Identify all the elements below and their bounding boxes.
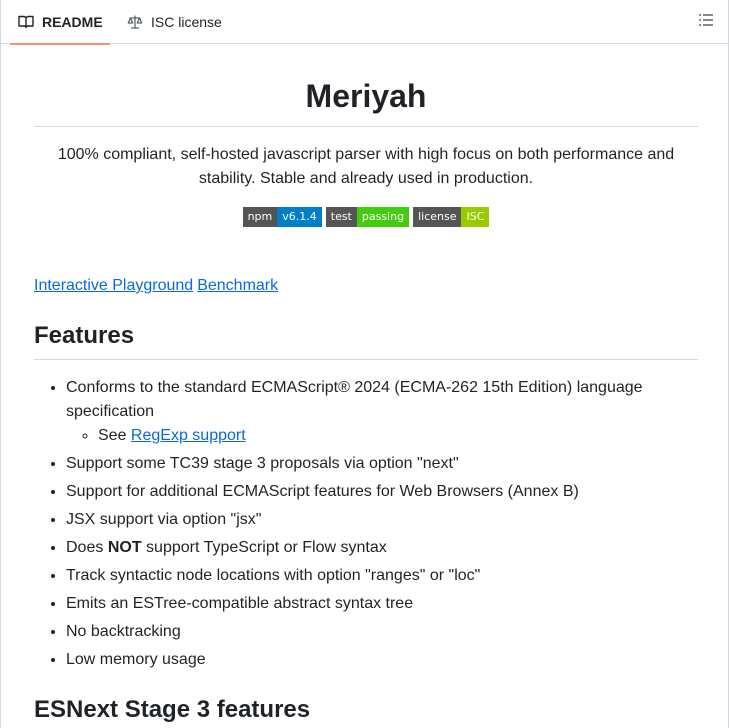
features-heading: Features [34,322,135,349]
feature-text: JSX support via option "jsx" [66,511,262,528]
tab-license-label: ISC license [151,14,222,30]
feature-text: support TypeScript or Flow syntax [146,539,387,556]
benchmark-link[interactable]: Benchmark [197,277,278,294]
feature-text: Does [66,539,104,556]
book-icon [18,14,34,30]
esnext-heading: ESNext Stage 3 features [34,696,311,723]
license-badge[interactable]: license ISC [413,207,490,227]
badge-value: ISC [461,207,490,227]
playground-link[interactable]: Interactive Playground [34,277,193,294]
test-status-badge[interactable]: test passing [325,207,410,227]
sub-list: See RegExp support [66,424,698,448]
feature-text: Conforms to the standard ECMAScript® 202… [66,379,643,420]
readme-title: Meriyah [305,78,427,114]
feature-text: Emits an ESTree-compatible abstract synt… [66,595,414,612]
emphasis-text: NOT [107,539,142,556]
list-item: Support for additional ECMAScript featur… [66,480,698,504]
list-item: Support some TC39 stage 3 proposals via … [66,452,698,476]
outline-button[interactable] [694,10,718,34]
list-item: See RegExp support [98,424,698,448]
list-item: Track syntactic node locations with opti… [66,564,698,588]
feature-text: No backtracking [66,623,181,640]
features-divider [34,359,698,360]
list-unordered-icon [698,12,714,33]
readme-links: Interactive Playground Benchmark [34,274,282,298]
law-scale-icon [127,14,143,30]
badge-label: license [413,207,462,227]
badge-label: test [325,207,357,227]
list-item: Low memory usage [66,648,698,672]
features-list: Conforms to the standard ECMAScript® 202… [34,376,698,676]
tab-readme[interactable]: README [10,0,110,45]
feature-text: Support for additional ECMAScript featur… [66,483,579,500]
tab-bar: README ISC license [1,0,729,45]
list-item: Does NOT support TypeScript or Flow synt… [66,536,698,560]
readme-panel: README ISC license Meriyah 100% complian… [0,0,729,728]
feature-text: Track syntactic node locations with opti… [66,567,481,584]
feature-text: Support some TC39 stage 3 proposals via … [66,455,459,472]
badge-label: npm [242,207,278,227]
project-description: 100% compliant, self-hosted javascript p… [57,146,675,187]
tab-readme-label: README [42,14,103,30]
badge-value: v6.1.4 [277,207,322,227]
list-item: JSX support via option "jsx" [66,508,698,532]
list-item: Emits an ESTree-compatible abstract synt… [66,592,698,616]
badge-value: passing [356,207,410,227]
npm-version-badge[interactable]: npm v6.1.4 [242,207,322,227]
regexp-support-link[interactable]: RegExp support [131,427,246,444]
title-divider [34,126,698,127]
list-item: No backtracking [66,620,698,644]
feature-text: See [98,427,127,444]
tab-license[interactable]: ISC license [119,0,222,44]
badge-row: npm v6.1.4 test passing license ISC [34,207,698,227]
list-item: Conforms to the standard ECMAScript® 202… [66,376,698,448]
feature-text: Low memory usage [66,651,206,668]
